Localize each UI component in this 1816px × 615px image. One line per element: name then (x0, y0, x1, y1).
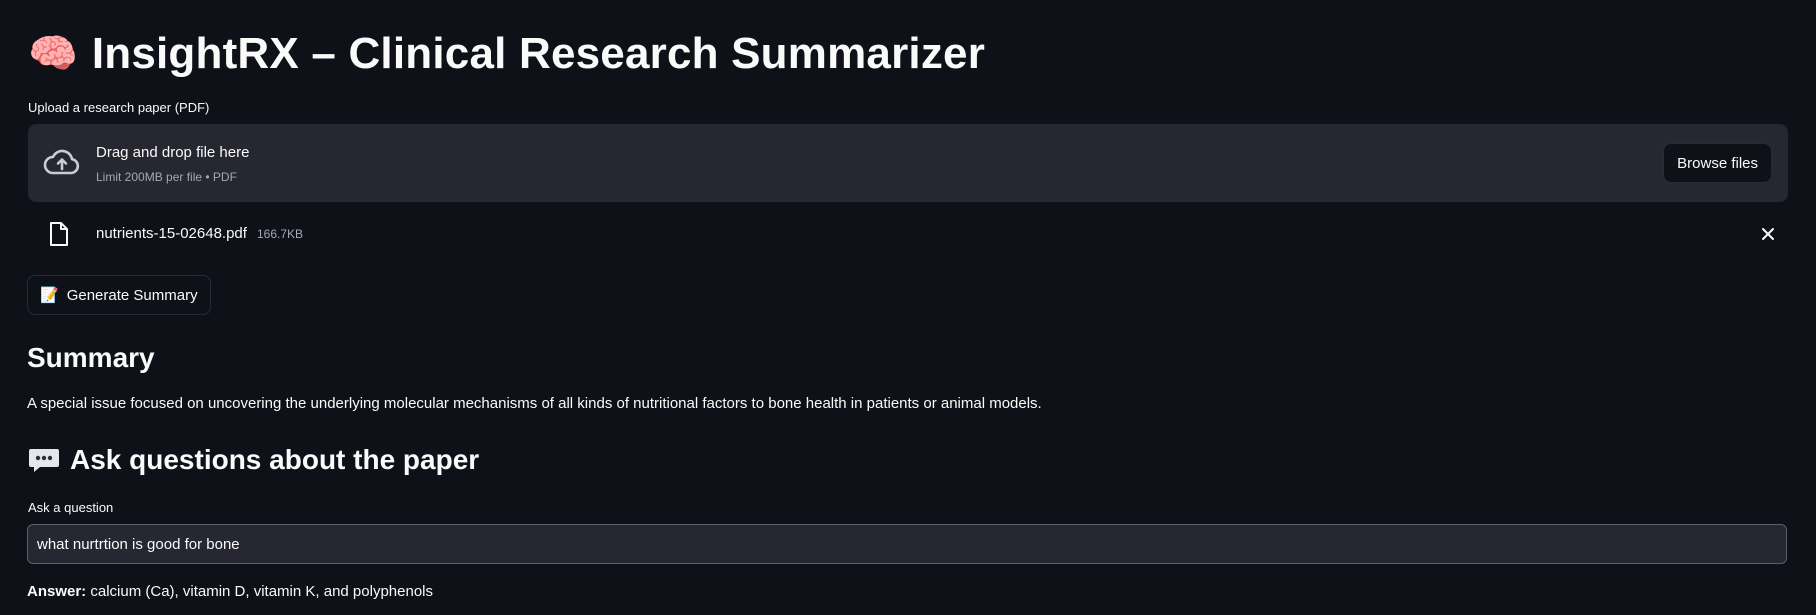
questions-heading: Ask questions about the paper (28, 444, 479, 476)
memo-icon: 📝 (40, 286, 59, 304)
summary-heading: Summary (27, 342, 155, 373)
cloud-upload-icon (43, 149, 80, 175)
uploaded-file-name: nutrients-15-02648.pdf (96, 225, 247, 242)
speech-bubble-icon (29, 449, 59, 472)
uploaded-file-size: 166.7KB (257, 227, 304, 241)
app-page: 🧠 InsightRX – Clinical Research Summariz… (0, 0, 1816, 615)
browse-files-button[interactable]: Browse files (1663, 143, 1772, 183)
generate-summary-label: Generate Summary (66, 286, 198, 304)
answer-text: Answer: calcium (Ca), vitamin D, vitamin… (27, 583, 433, 600)
page-title: 🧠 InsightRX – Clinical Research Summariz… (28, 24, 985, 84)
dropzone-limit-text: Limit 200MB per file • PDF (96, 170, 237, 184)
questions-heading-text: Ask questions about the paper (70, 444, 480, 475)
brain-icon: 🧠 (28, 31, 78, 77)
question-input-label: Ask a question (28, 500, 114, 515)
file-dropzone[interactable]: Drag and drop file here Limit 200MB per … (28, 124, 1788, 202)
generate-summary-button[interactable]: 📝 Generate Summary (27, 275, 211, 315)
uploaded-file-row: nutrients-15-02648.pdf 166.7KB (28, 218, 1788, 250)
dropzone-title: Drag and drop file here (96, 144, 250, 161)
summary-text: A special issue focused on uncovering th… (27, 395, 1042, 412)
remove-file-close-icon[interactable] (1758, 224, 1778, 244)
question-input[interactable] (27, 524, 1787, 564)
answer-content: calcium (Ca), vitamin D, vitamin K, and … (90, 583, 433, 600)
file-icon (50, 222, 68, 246)
answer-prefix: Answer: (27, 583, 87, 600)
upload-label: Upload a research paper (PDF) (28, 100, 210, 115)
app-title: InsightRX – Clinical Research Summarizer (91, 29, 986, 78)
